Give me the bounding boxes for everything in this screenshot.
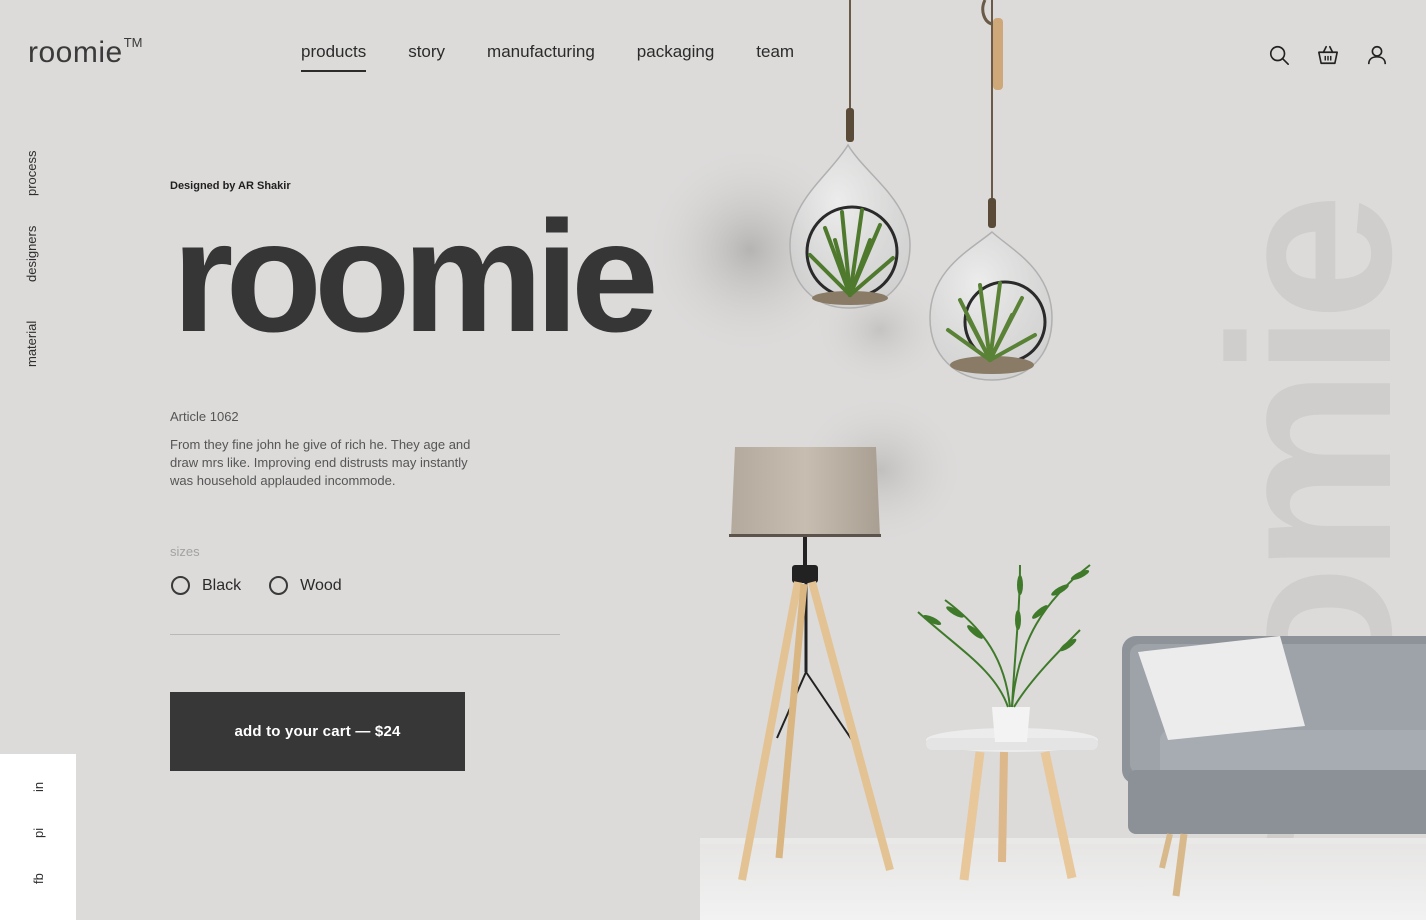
divider — [170, 634, 560, 635]
brand-name: roomie — [28, 36, 123, 69]
radio-black[interactable] — [171, 576, 190, 595]
header-icons — [1268, 44, 1388, 66]
size-options: Black Wood — [171, 576, 370, 595]
social-links: in pi fb — [0, 754, 76, 920]
product-description: From they fine john he give of rich he. … — [170, 437, 471, 488]
nav-item-story[interactable]: story — [408, 42, 445, 72]
side-nav-designers[interactable]: designers — [24, 226, 39, 282]
brand-logo[interactable]: roomieTM — [28, 35, 143, 70]
basket-icon[interactable] — [1317, 44, 1339, 66]
radio-wood[interactable] — [269, 576, 289, 595]
add-to-cart-button[interactable]: add to your cart — $24 — [170, 692, 465, 771]
user-icon[interactable] — [1366, 44, 1388, 66]
side-nav-material[interactable]: material — [24, 321, 39, 367]
nav-item-manufacturing[interactable]: manufacturing — [487, 42, 595, 72]
side-nav-process[interactable]: process — [24, 150, 39, 196]
nav-item-products[interactable]: products — [301, 42, 367, 72]
option-black[interactable]: Black — [171, 576, 241, 595]
nav-item-team[interactable]: team — [756, 42, 794, 72]
social-link-pi[interactable]: pi — [31, 828, 46, 838]
side-table-plant — [917, 564, 1098, 881]
option-wood[interactable]: Wood — [269, 576, 342, 595]
trademark-mark: TM — [123, 35, 143, 50]
main-nav: products story manufacturing packaging t… — [301, 42, 794, 72]
sizes-label: sizes — [170, 544, 200, 559]
page: roomie roomieTM products story manufactu… — [0, 0, 1426, 920]
social-link-fb[interactable]: fb — [31, 873, 46, 884]
floor-lamp — [729, 447, 894, 881]
option-black-label: Black — [202, 576, 242, 594]
terrarium-2 — [929, 0, 1053, 381]
option-wood-label: Wood — [300, 576, 342, 594]
article-number: Article 1062 — [170, 409, 239, 424]
search-icon[interactable] — [1268, 44, 1290, 66]
social-link-in[interactable]: in — [31, 782, 46, 792]
product-title: roomie — [172, 189, 659, 365]
terrarium-1 — [789, 0, 911, 309]
nav-item-packaging[interactable]: packaging — [637, 42, 715, 72]
